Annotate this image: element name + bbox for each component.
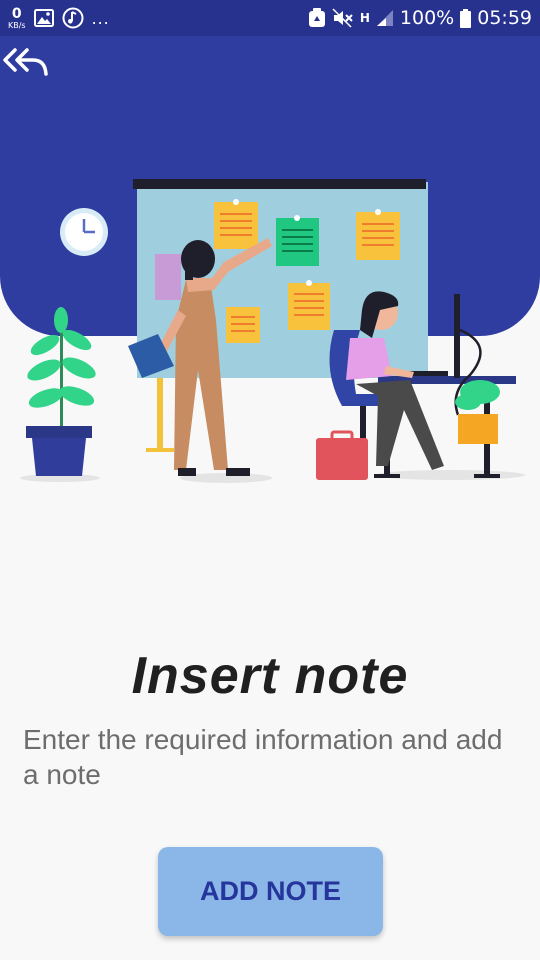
status-time: 05:59 (477, 7, 532, 29)
page-title: Insert note (131, 647, 409, 705)
music-icon (62, 7, 84, 29)
status-bar: 0 KB/s ... H 100% 05:59 (0, 0, 540, 36)
sticky-note (214, 199, 258, 249)
net-speed-value: 0 (11, 5, 22, 22)
page-description: Enter the required information and add a… (23, 724, 503, 790)
sticky-note (276, 215, 319, 266)
add-note-button-label: ADD NOTE (200, 876, 341, 906)
recycle-icon (308, 8, 326, 28)
status-bar-left: 0 KB/s ... (8, 7, 308, 30)
plant-illustration (26, 307, 96, 476)
office-illustration (20, 179, 525, 483)
net-speed-indicator: 0 KB/s (8, 7, 26, 30)
battery-icon (460, 8, 472, 28)
potted-plant-small (455, 380, 500, 444)
double-back-arrow-icon (3, 48, 48, 76)
image-icon (33, 9, 54, 27)
sticky-note (288, 280, 330, 330)
status-bar-right: H 100% 05:59 (308, 7, 532, 29)
back-button[interactable] (0, 42, 52, 82)
add-note-button[interactable]: ADD NOTE (158, 847, 383, 936)
sticky-note (356, 209, 400, 260)
net-speed-unit: KB/s (8, 20, 26, 30)
sticky-note (155, 254, 181, 300)
sticky-note (226, 307, 260, 343)
mute-icon (332, 8, 354, 28)
battery-percent: 100% (399, 7, 455, 29)
more-notifications-indicator: ... (91, 7, 110, 28)
network-type-label: H (359, 11, 370, 25)
clock-icon (60, 208, 108, 256)
signal-icon (376, 9, 394, 27)
